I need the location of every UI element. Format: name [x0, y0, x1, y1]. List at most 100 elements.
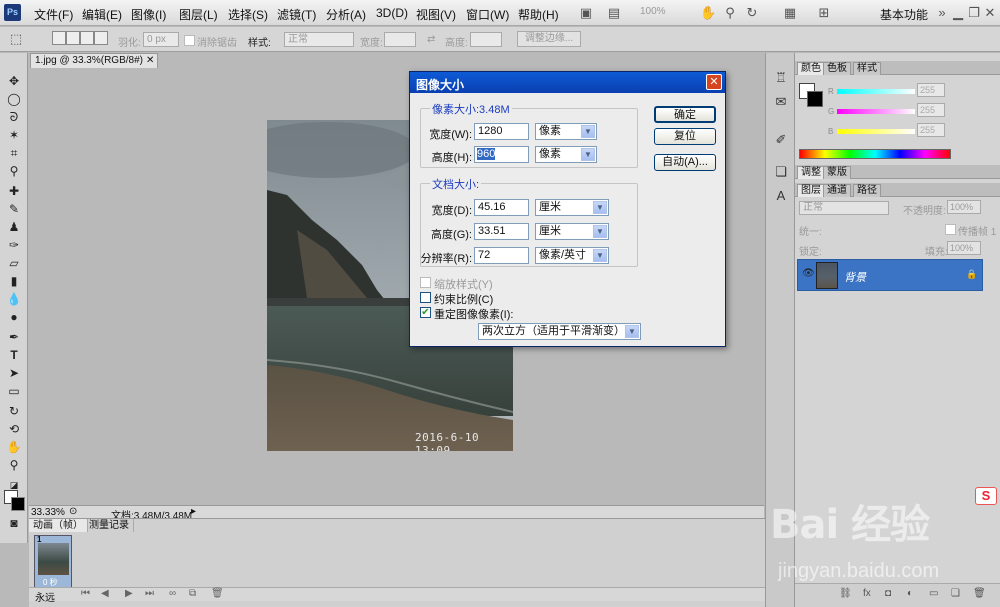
color-spectrum-bar[interactable] [799, 149, 951, 159]
pixel-width-input[interactable]: 1280 [474, 123, 529, 140]
menu-image[interactable]: 图像(I) [131, 6, 166, 23]
pen-tool-icon[interactable]: ✒ [5, 329, 23, 345]
eye-visibility-icon[interactable]: 👁 [802, 268, 815, 279]
tab-measurement-log[interactable]: 测量记录 [85, 519, 134, 532]
layer-name[interactable]: 背景 [844, 269, 866, 285]
pixel-height-unit-select[interactable]: 像素 ▼ [535, 146, 597, 163]
resample-method-select[interactable]: 两次立方（适用于平滑渐变） ▼ [478, 323, 641, 340]
g-value[interactable]: 255 [917, 103, 945, 117]
menu-help[interactable]: 帮助(H) [518, 6, 559, 23]
opacity-input[interactable]: 100% [947, 200, 981, 214]
eyedropper-icon[interactable]: ⚲ [5, 163, 23, 179]
dodge-tool-icon[interactable]: ● [5, 309, 23, 325]
minimize-icon[interactable]: ▁ [950, 5, 966, 21]
tab-paths[interactable]: 路径 [853, 184, 881, 197]
lasso-tool-icon[interactable]: ᘐ [5, 109, 23, 125]
dialog-close-icon[interactable]: ✕ [706, 74, 722, 90]
zoom-level-field[interactable]: 100% [640, 6, 674, 20]
tab-swatches[interactable]: 色板 [823, 62, 851, 75]
marquee-preset-icon[interactable]: ⬚ [8, 31, 24, 47]
constrain-proportions-checkbox[interactable] [420, 292, 431, 303]
actions-panel-icon[interactable]: ✉ [772, 93, 790, 111]
menu-filter[interactable]: 滤镜(T) [277, 6, 316, 23]
gradient-tool-icon[interactable]: ▮ [5, 273, 23, 289]
arrange-docs-icon[interactable]: ▤ [606, 5, 622, 21]
blur-tool-icon[interactable]: 💧 [5, 291, 23, 307]
menu-window[interactable]: 窗口(W) [466, 6, 509, 23]
b-value[interactable]: 255 [917, 123, 945, 137]
delete-frame-icon[interactable]: 🗑 [211, 588, 224, 599]
menu-file[interactable]: 文件(F) [34, 6, 73, 23]
swap-icon[interactable]: ⇄ [427, 34, 435, 45]
adjustment-layer-icon[interactable]: ◐ [907, 588, 913, 599]
tween-icon[interactable]: ∞ [169, 588, 176, 599]
new-selection-icon[interactable] [52, 31, 66, 45]
mask-icon[interactable]: ◘ [885, 588, 891, 599]
loop-select[interactable]: 永远 [35, 589, 55, 604]
pixel-width-unit-select[interactable]: 像素 ▼ [535, 123, 597, 140]
new-layer-icon[interactable]: ❏ [951, 588, 960, 599]
b-slider[interactable] [837, 129, 915, 134]
document-tab[interactable]: 1.jpg @ 33.3%(RGB/8#) [30, 53, 158, 68]
blend-mode-select[interactable]: 正常 [799, 201, 889, 215]
screen-mode-icon[interactable]: ▦ [782, 5, 798, 21]
zoom-tool-icon[interactable]: ⚲ [722, 5, 738, 21]
menu-view[interactable]: 视图(V) [416, 6, 456, 23]
tab-adjustments[interactable]: 调整 [797, 166, 825, 179]
brush-tool-icon[interactable]: ✎ [5, 201, 23, 217]
marquee-tool-icon[interactable]: ◯ [5, 91, 23, 107]
status-menu-icon[interactable]: ▸ [191, 506, 196, 517]
tab-styles[interactable]: 样式 [853, 62, 881, 75]
duplicate-frame-icon[interactable]: ⧉ [189, 588, 196, 599]
extras-icon[interactable]: ⊞ [816, 5, 832, 21]
subtract-selection-icon[interactable] [80, 31, 94, 45]
crop-tool-icon[interactable]: ⌗ [5, 145, 23, 161]
tab-layers[interactable]: 图层 [797, 184, 825, 197]
refine-edge-button[interactable]: 调整边缘... [517, 31, 581, 47]
doc-height-input[interactable]: 33.51 [474, 223, 529, 240]
character-panel-icon[interactable]: A [772, 187, 790, 205]
resolution-unit-select[interactable]: 像素/英寸 ▼ [535, 247, 609, 264]
propagate-checkbox[interactable] [945, 224, 956, 235]
menu-3d[interactable]: 3D(D) [376, 6, 408, 20]
group-icon[interactable]: ▭ [929, 588, 938, 599]
intersect-selection-icon[interactable] [94, 31, 108, 45]
next-frame-icon[interactable]: ⏭ [145, 588, 154, 599]
hand-tool-icon[interactable]: ✋ [700, 5, 716, 21]
close-tab-icon[interactable]: ✕ [146, 55, 154, 66]
close-icon[interactable]: ✕ [982, 5, 998, 21]
brush-panel-icon[interactable]: ✐ [772, 131, 790, 149]
type-tool-icon[interactable]: T [5, 347, 23, 363]
menu-analysis[interactable]: 分析(A) [326, 6, 366, 23]
restore-icon[interactable]: ❐ [966, 5, 982, 21]
clone-source-icon[interactable]: ❏ [772, 163, 790, 181]
bridge-icon[interactable]: ▣ [578, 5, 594, 21]
menu-layer[interactable]: 图层(L) [179, 6, 218, 23]
status-zoom[interactable]: 33.33% [31, 507, 65, 518]
link-layers-icon[interactable]: ⛓ [839, 588, 852, 599]
color-bg-swatch[interactable] [807, 91, 823, 107]
magic-wand-icon[interactable]: ✶ [5, 127, 23, 143]
previous-frame-icon[interactable]: ◀ [101, 588, 109, 599]
move-tool-icon[interactable]: ✥ [5, 73, 23, 89]
r-value[interactable]: 255 [917, 83, 945, 97]
animation-frame[interactable]: 1 0 秒 [34, 535, 72, 588]
add-selection-icon[interactable] [66, 31, 80, 45]
resolution-input[interactable]: 72 [474, 247, 529, 264]
resample-checkbox[interactable]: ✔ [420, 307, 431, 318]
eraser-tool-icon[interactable]: ▱ [5, 255, 23, 271]
healing-brush-icon[interactable]: ✚ [5, 183, 23, 199]
shape-tool-icon[interactable]: ▭ [5, 383, 23, 399]
fill-input[interactable]: 100% [947, 241, 981, 255]
tab-color[interactable]: 颜色 [797, 62, 825, 75]
delete-layer-icon[interactable]: 🗑 [973, 588, 986, 599]
doc-height-unit-select[interactable]: 厘米 ▼ [535, 223, 609, 240]
doc-width-input[interactable]: 45.16 [474, 199, 529, 216]
r-slider[interactable] [837, 89, 915, 94]
zoom-tool-icon[interactable]: ⚲ [5, 457, 23, 473]
doc-width-unit-select[interactable]: 厘米 ▼ [535, 199, 609, 216]
first-frame-icon[interactable]: ⏮ [81, 588, 90, 599]
3d-rotate-icon[interactable]: ↻ [5, 403, 23, 419]
antialias-checkbox[interactable] [184, 35, 195, 46]
ok-button[interactable]: 确定 [654, 106, 716, 123]
